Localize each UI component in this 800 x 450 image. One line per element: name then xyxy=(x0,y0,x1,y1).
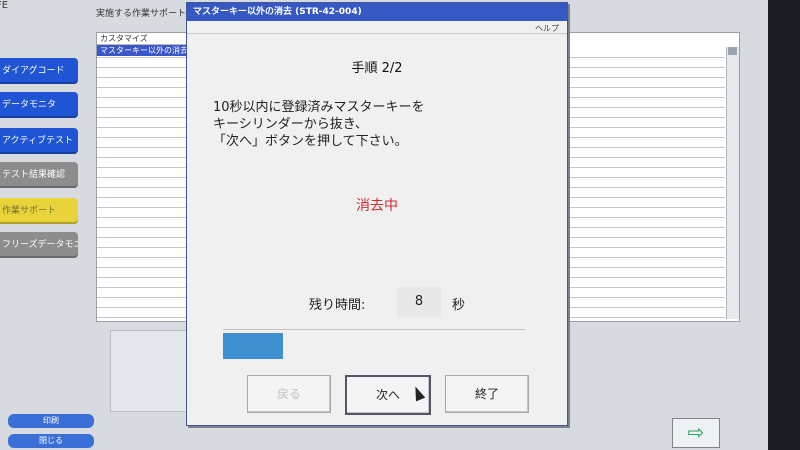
progress-fill xyxy=(223,333,284,359)
sidebar-item-label: フリーズデータモニタ xyxy=(2,240,78,250)
sidebar-item-active-test[interactable]: アクティブテスト xyxy=(0,128,78,154)
app-title: FE xyxy=(0,0,9,11)
seconds-unit: 秒 xyxy=(452,298,466,313)
app-screen: FE ダイアグコード データモニタ アクティブテスト テスト結果確認 作業サポー… xyxy=(0,0,768,450)
status-text: 消去中 xyxy=(356,198,398,214)
detail-panel xyxy=(110,330,192,412)
dialog-menubar: ヘルプ xyxy=(187,22,567,34)
list-header: カスタマイズ xyxy=(97,33,196,45)
back-button[interactable]: 戻る xyxy=(247,375,331,413)
sidebar-item-label: 作業サポート xyxy=(2,206,57,216)
sidebar-item-diag-code[interactable]: ダイアグコード xyxy=(0,58,78,84)
panel-label: 実施する作業サポート xyxy=(96,9,187,19)
mouse-cursor-icon xyxy=(410,384,426,402)
finish-button[interactable]: 終了 xyxy=(445,375,529,413)
close-button[interactable]: 閉じる xyxy=(8,434,94,448)
print-button[interactable]: 印刷 xyxy=(8,414,94,428)
remaining-time-value: 8 xyxy=(397,287,441,317)
sidebar-item-label: データモニタ xyxy=(2,100,57,110)
remaining-time-label: 残り時間: xyxy=(309,298,366,313)
dialog-titlebar[interactable]: マスターキー以外の消去 (STR-42-004) xyxy=(187,3,567,21)
scroll-thumb[interactable] xyxy=(728,47,737,55)
help-menu[interactable]: ヘルプ xyxy=(535,23,559,34)
list-scrollbar[interactable] xyxy=(726,47,739,319)
divider xyxy=(223,329,525,330)
sidebar-item-data-monitor[interactable]: データモニタ xyxy=(0,92,78,118)
sidebar-item-label: ダイアグコード xyxy=(2,66,65,76)
step-indicator: 手順 2/2 xyxy=(351,61,403,76)
erase-key-dialog: マスターキー以外の消去 (STR-42-004) ヘルプ 手順 2/2 10秒以… xyxy=(186,2,568,426)
sidebar-item-work-support[interactable]: 作業サポート xyxy=(0,198,78,224)
next-button[interactable]: 次へ xyxy=(345,375,431,415)
sidebar-item-freeze-data[interactable]: フリーズデータモニタ xyxy=(0,232,78,258)
sidebar-item-test-results[interactable]: テスト結果確認 xyxy=(0,162,78,188)
next-button-label: 次へ xyxy=(375,388,400,402)
sidebar-item-label: テスト結果確認 xyxy=(2,170,66,180)
next-arrow-button[interactable]: ⇨ xyxy=(672,418,720,448)
progress-bar xyxy=(223,333,525,359)
list-item-selected[interactable]: マスターキー以外の消去 xyxy=(97,45,192,56)
instruction-text: 10秒以内に登録済みマスターキーを キーシリンダーから抜き、 「次へ」ボタンを押… xyxy=(213,100,425,149)
arrow-right-icon: ⇨ xyxy=(687,420,705,444)
sidebar-item-label: アクティブテスト xyxy=(2,136,74,146)
